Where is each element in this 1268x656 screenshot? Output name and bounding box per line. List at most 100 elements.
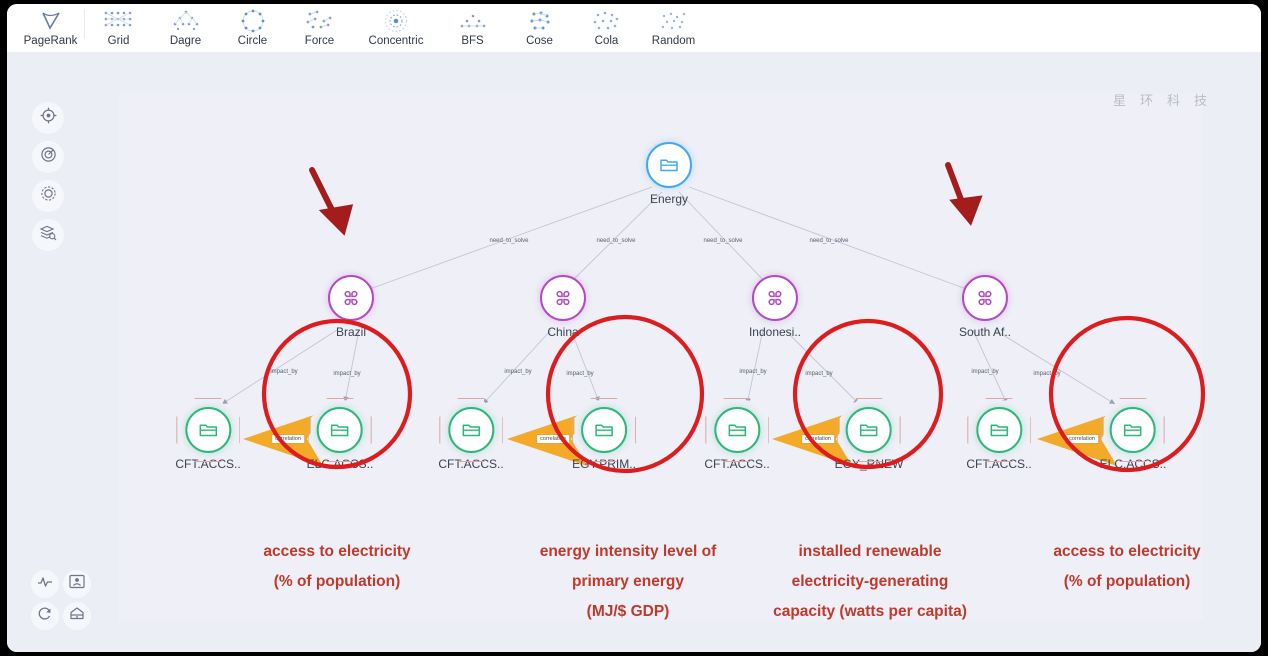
graph-node-south-africa[interactable]: South Af.. [959,275,1011,339]
rail-button-refresh-cycle[interactable] [31,602,59,630]
layers-search-icon [39,224,57,246]
toolbar-item-force[interactable]: Force [286,4,353,52]
toolbar-label: Circle [237,35,268,47]
graph-node-indicator-4[interactable]: EGY.PRIM.. [571,398,636,471]
node-shape [328,275,374,321]
toolbar-label: Grid [107,35,130,47]
cola-layout-icon [591,7,623,34]
toolbar-label: Concentric [368,35,424,47]
node-shape [439,398,503,462]
node-shape [540,275,586,321]
toolbar-label: Random [651,35,696,47]
toolbar-item-dagre[interactable]: Dagre [152,4,219,52]
graph-node-indicator-5[interactable]: CFT.ACCS.. [704,398,770,471]
grid-layout-icon [102,7,136,34]
node-label: South Af.. [958,325,1012,339]
toolbar-item-pagerank[interactable]: PageRank [17,4,84,52]
country-grid-icon [765,288,785,308]
correlation-edge-label: correlation [1065,434,1099,444]
folder-icon [859,421,879,439]
radar-rings-icon [40,185,57,207]
target-crosshair-icon [40,107,57,129]
application-window: PageRank Grid Dagre Circle Force Concent… [7,4,1261,652]
graph-canvas[interactable]: 星环科技 need_to_solve need_to_solve need_to… [7,52,1261,652]
node-shape [571,398,636,462]
random-layout-icon [658,7,690,34]
graph-node-indicator-7[interactable]: CFT.ACCS.. [966,398,1032,471]
toolbar-item-cola[interactable]: Cola [573,4,640,52]
correlation-edge-label: correlation [536,434,570,444]
correlation-edge-label: correlation [271,434,305,444]
correlation-edge-label: correlation [801,434,835,444]
person-card-icon [69,574,85,594]
rail-button-pulse-activity[interactable] [31,570,59,598]
cose-layout-icon [525,7,555,34]
toolbar-label: BFS [461,35,484,47]
graph-node-indicator-8[interactable]: ELC.ACCS.. [1100,398,1166,471]
node-label: China [547,325,579,339]
toolbar-item-random[interactable]: Random [640,4,707,52]
rail-button-target-crosshair[interactable] [32,102,64,134]
toolbar-label: Dagre [169,35,202,47]
folder-icon [461,421,481,439]
canvas-tool-rail [32,102,72,258]
toolbar-label: Cose [526,35,553,47]
rail-button-radar-rings[interactable] [32,180,64,212]
toolbar-label: PageRank [23,35,78,47]
refresh-cycle-icon [37,606,53,627]
graph-node-china[interactable]: China [540,275,586,339]
canvas-bottom-rail [31,570,93,630]
node-shape [308,398,372,462]
app-root: PageRank Grid Dagre Circle Force Concent… [0,0,1268,656]
concentric-layout-icon [382,7,410,34]
country-grid-icon [341,288,361,308]
folder-icon [330,421,350,439]
toolbar-label: Force [304,35,335,47]
rail-button-database[interactable] [63,602,91,630]
graph-node-indicator-6[interactable]: EGY_RNEW [835,398,903,471]
folder-icon [727,421,747,439]
layout-toolbar: PageRank Grid Dagre Circle Force Concent… [7,4,1261,52]
database-icon [69,606,85,626]
graph-node-indicator-3[interactable]: CFT.ACCS.. [438,398,504,471]
folder-icon [594,421,614,439]
force-layout-icon [304,7,336,34]
rail-button-layers-search[interactable] [32,219,64,251]
concentric-target-icon [40,146,57,168]
node-shape [961,275,1008,321]
folder-icon [989,421,1009,439]
pagerank-icon [38,7,64,34]
rail-button-concentric-target[interactable] [32,141,64,173]
country-grid-icon [975,288,995,308]
toolbar-item-circle[interactable]: Circle [219,4,286,52]
watermark-text: 星环科技 [1112,93,1221,108]
graph-node-indicator-1[interactable]: CFT.ACCS.. [175,398,241,471]
folder-icon [659,156,679,174]
graph-node-indicator-2[interactable]: ELC.ACCS.. [307,398,373,471]
pulse-activity-icon [37,575,53,594]
node-label: Brazil [335,325,366,339]
node-shape [1101,398,1165,462]
rail-button-person-card[interactable] [63,570,91,598]
graph-node-indonesia[interactable]: Indonesi.. [749,275,801,339]
node-label: Energy [649,192,689,206]
dagre-layout-icon [169,7,203,34]
toolbar-label: Cola [594,35,619,47]
folder-icon [198,421,218,439]
node-shape [705,398,769,462]
node-label: Indonesi.. [748,325,802,339]
node-shape [646,142,692,188]
country-grid-icon [553,288,573,308]
toolbar-item-cose[interactable]: Cose [506,4,573,52]
folder-icon [1123,421,1143,439]
node-shape [967,398,1031,462]
toolbar-item-concentric[interactable]: Concentric [353,4,439,52]
node-shape [751,275,798,321]
graph-node-energy[interactable]: Energy [646,142,692,206]
circle-layout-icon [239,7,267,34]
toolbar-item-grid[interactable]: Grid [85,4,152,52]
toolbar-item-bfs[interactable]: BFS [439,4,506,52]
graph-node-brazil[interactable]: Brazil [328,275,374,339]
node-shape [837,398,901,462]
node-shape [176,398,240,462]
